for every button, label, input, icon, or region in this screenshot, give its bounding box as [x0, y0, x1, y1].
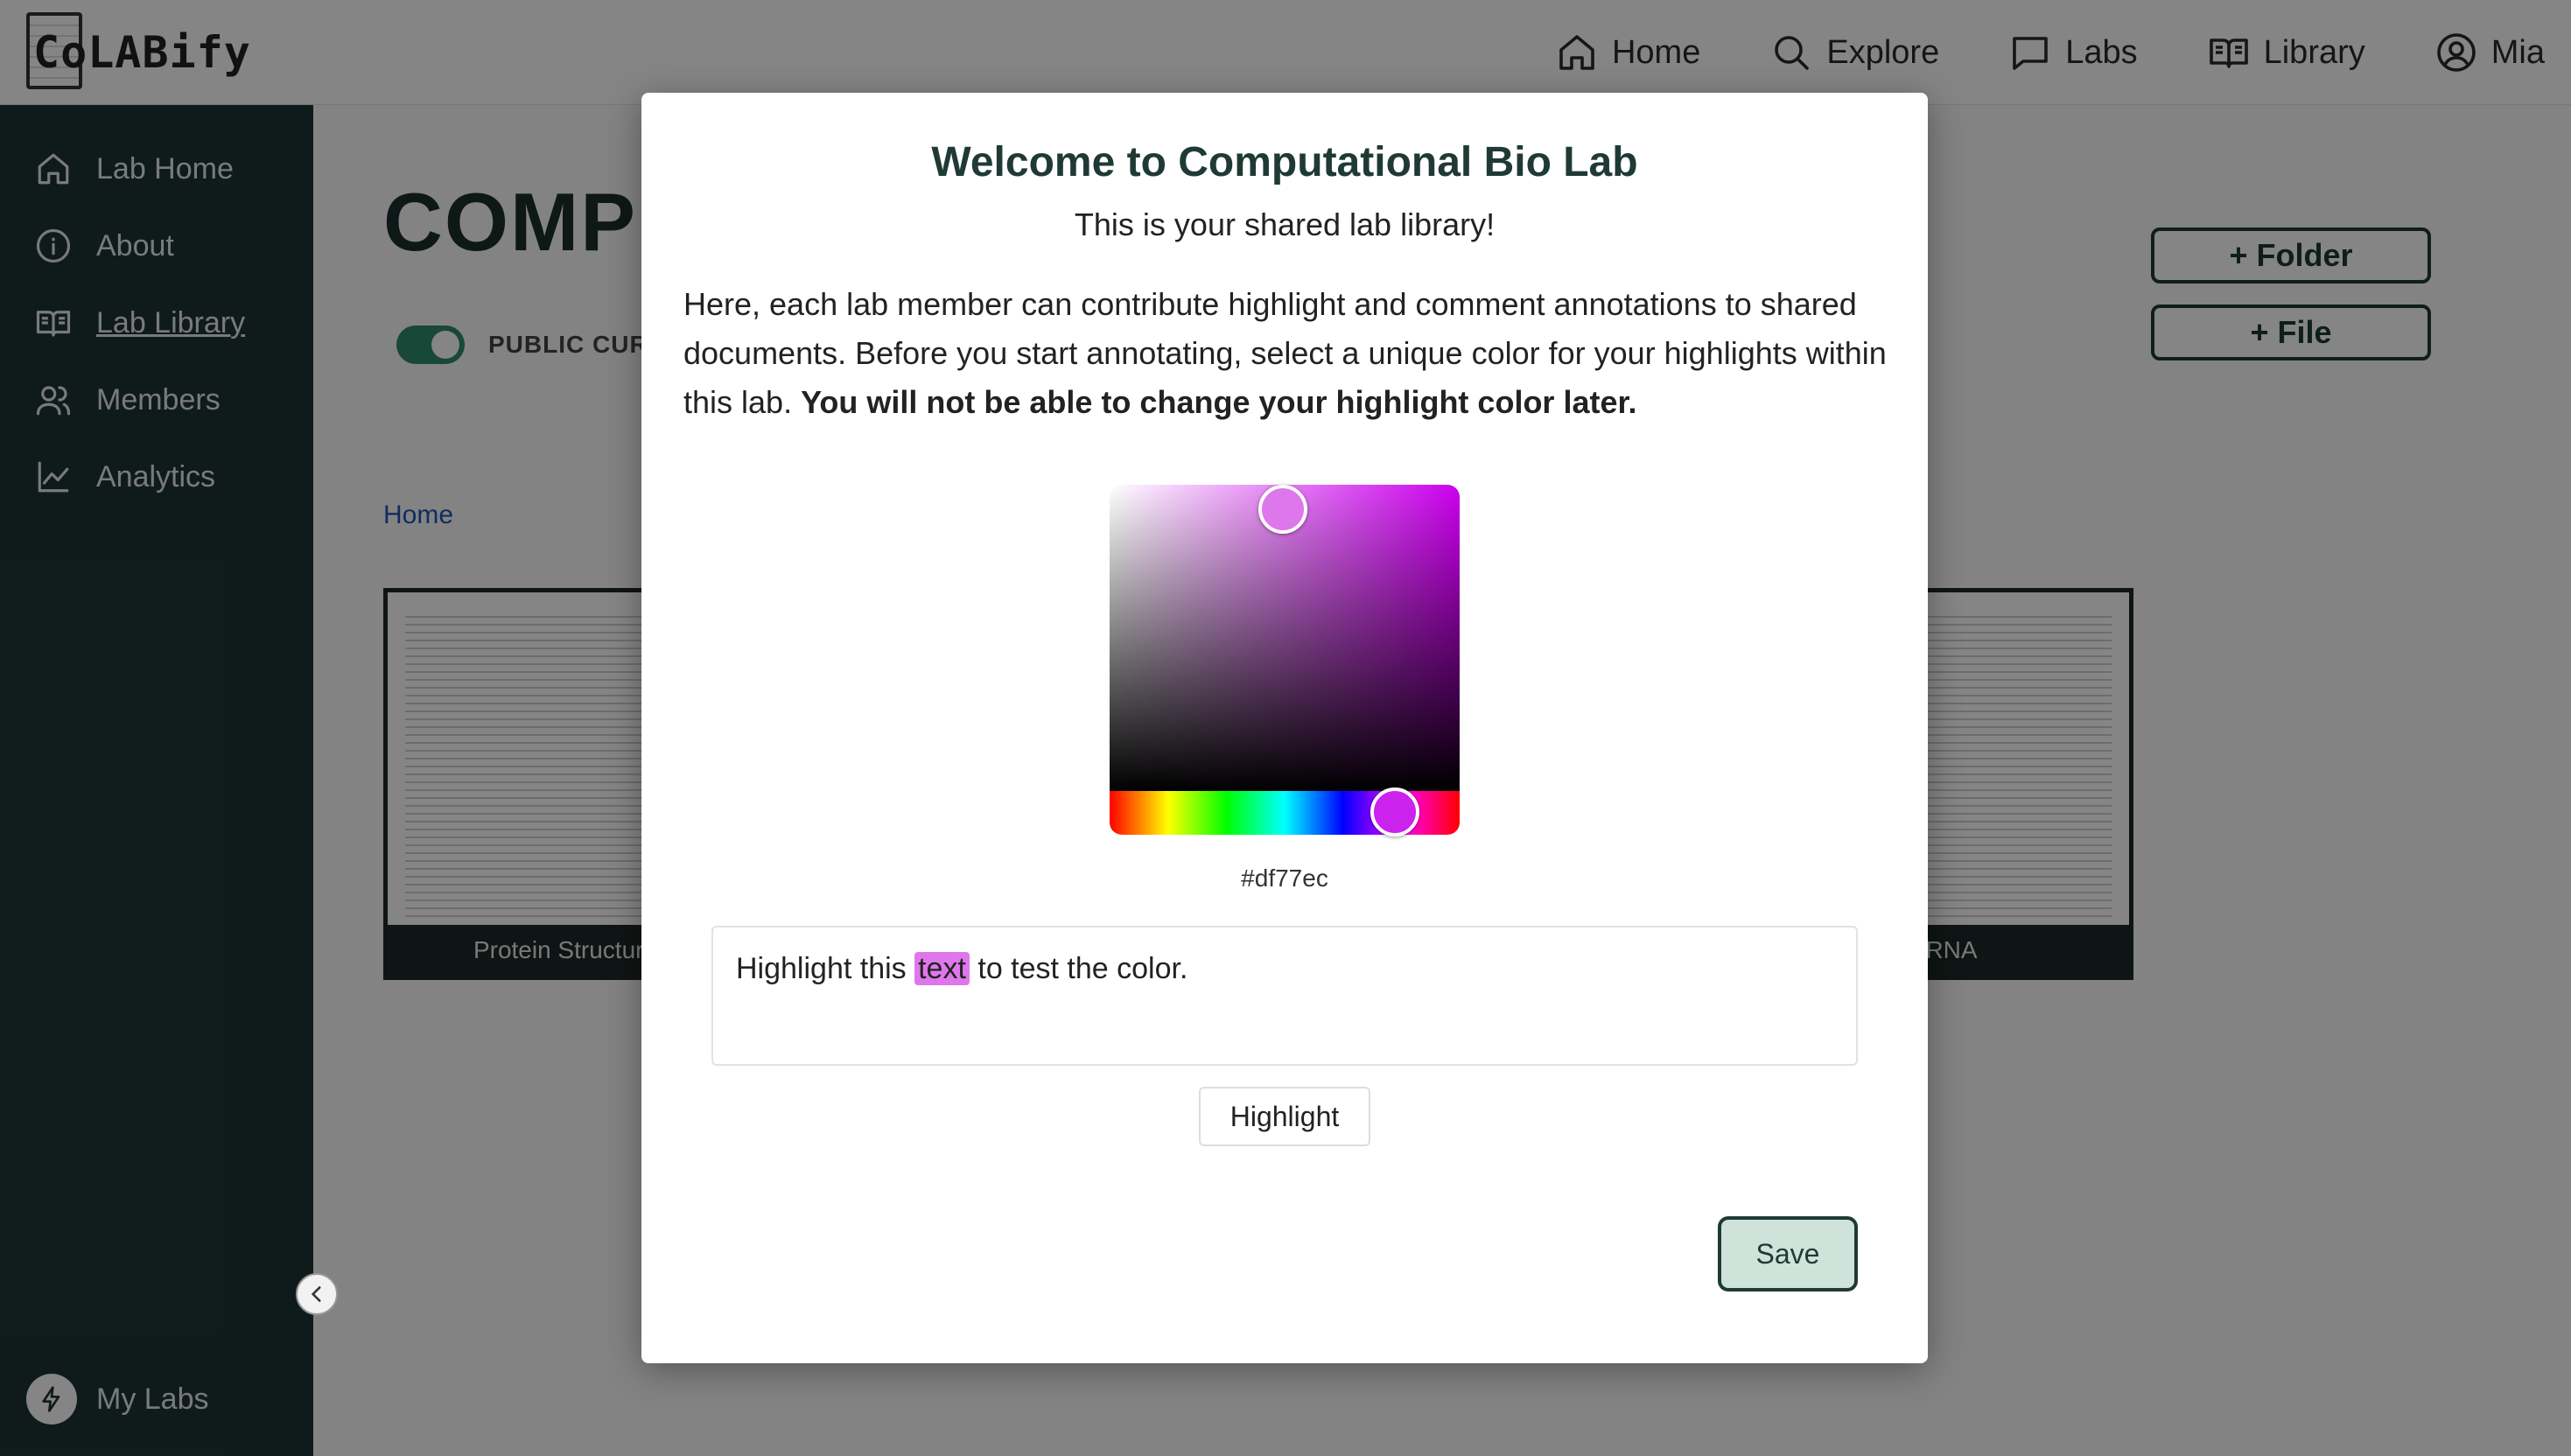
- test-text-highlighted: text: [914, 952, 970, 985]
- modal-title: Welcome to Computational Bio Lab: [931, 139, 1638, 186]
- highlight-test-area[interactable]: Highlight this text to test the color.: [711, 926, 1858, 1066]
- saturation-handle[interactable]: [1258, 485, 1307, 534]
- welcome-modal: Welcome to Computational Bio Lab This is…: [641, 93, 1928, 1363]
- modal-subtitle: This is your shared lab library!: [1074, 206, 1496, 242]
- modal-warning-text: You will not be able to change your high…: [801, 384, 1637, 420]
- hex-value: #df77ec: [1241, 864, 1328, 892]
- hue-handle[interactable]: [1370, 788, 1419, 836]
- modal-description: Here, each lab member can contribute hig…: [683, 280, 1891, 427]
- chevron-left-icon: [311, 1286, 321, 1302]
- save-button[interactable]: Save: [1718, 1216, 1858, 1292]
- test-text-after: to test the color.: [977, 952, 1188, 985]
- color-picker: [1110, 485, 1460, 835]
- sidebar-collapse-button[interactable]: [296, 1273, 338, 1315]
- highlight-button[interactable]: Highlight: [1199, 1087, 1370, 1146]
- test-text-before: Highlight this: [736, 952, 907, 985]
